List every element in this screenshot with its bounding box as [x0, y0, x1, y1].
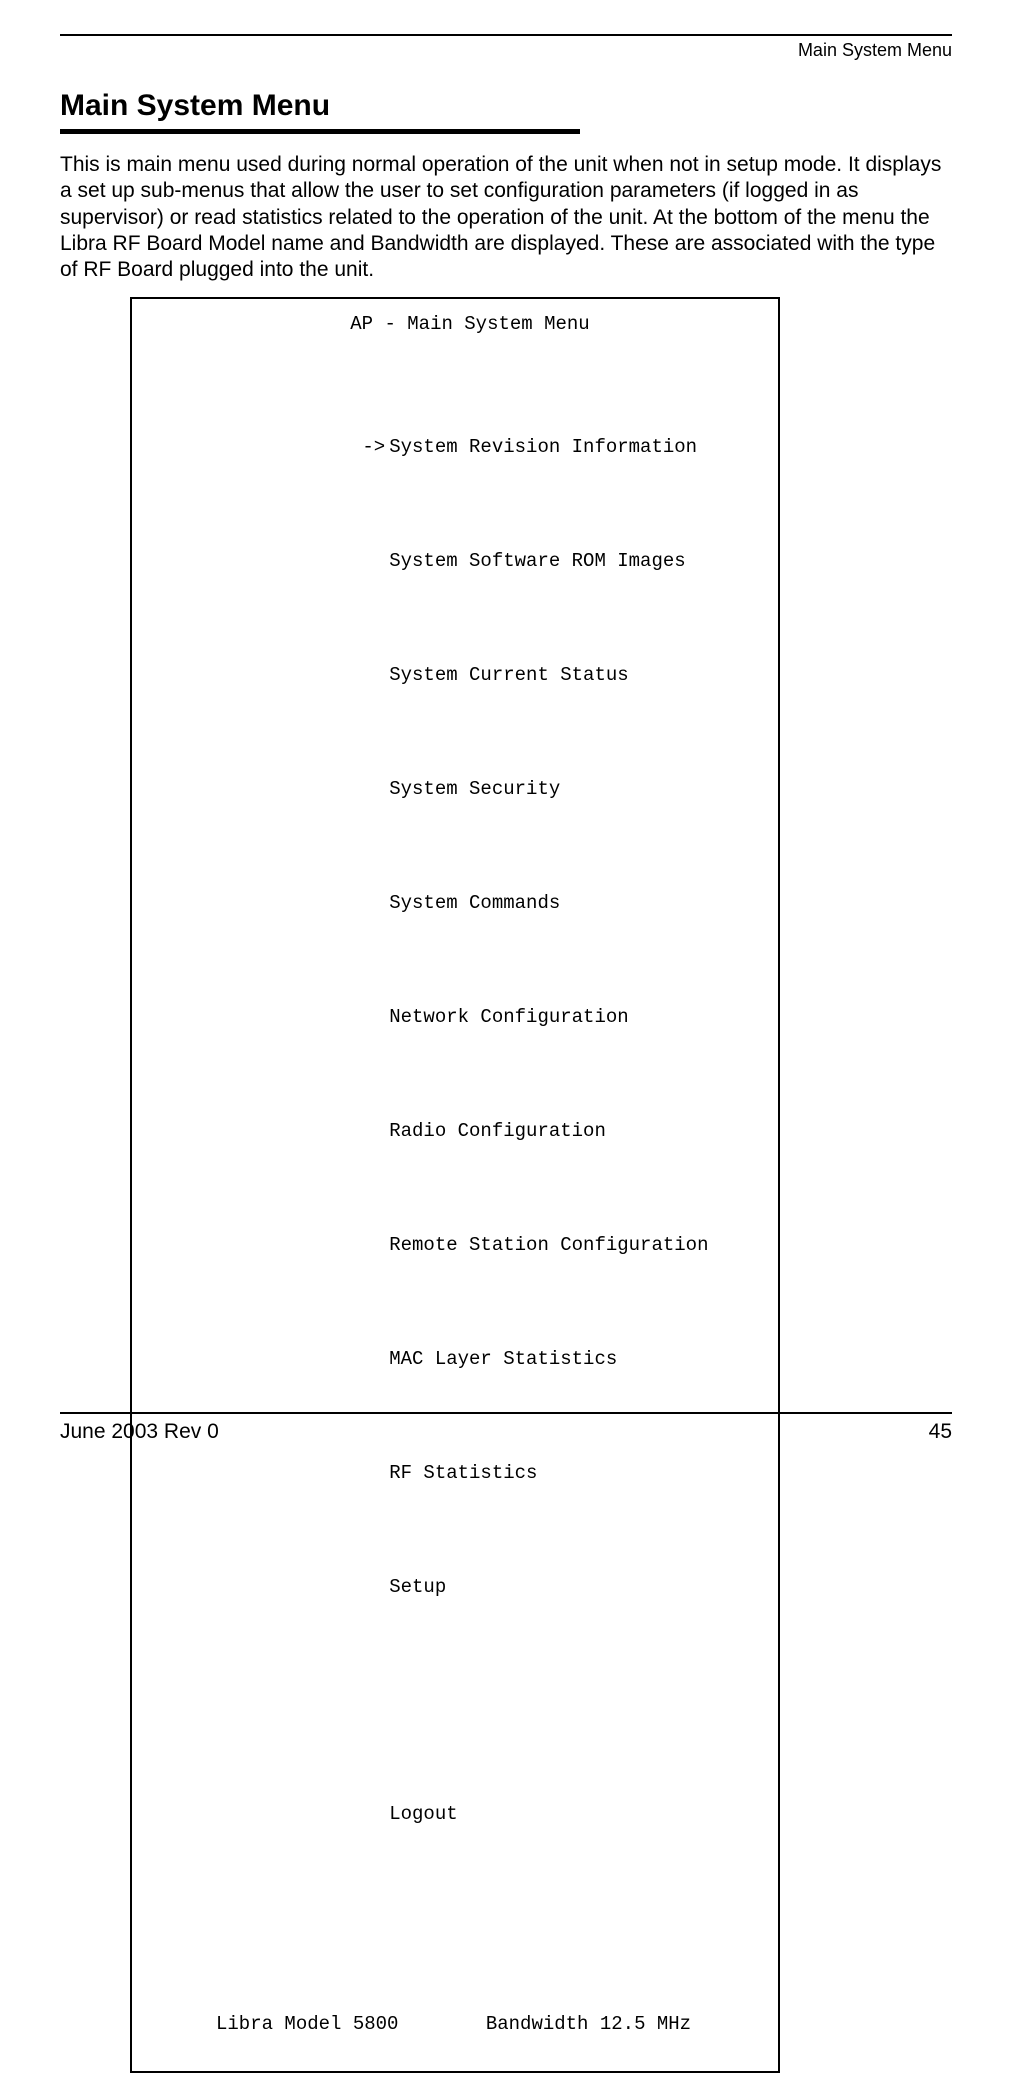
blank-arrow [351, 892, 389, 915]
blank-arrow [351, 1348, 389, 1371]
page-title: Main System Menu [60, 89, 952, 123]
menu-item-label: Radio Configuration [389, 1120, 606, 1143]
menu-item-label: Logout [389, 1803, 457, 1826]
header-rule [60, 34, 952, 36]
menu-item[interactable]: System Software ROM Images [260, 528, 760, 596]
selection-arrow-icon: -> [351, 436, 389, 459]
menu-item[interactable]: System Current Status [260, 642, 760, 710]
menu-item-label: Network Configuration [389, 1006, 628, 1029]
menu-item[interactable]: Network Configuration [260, 984, 760, 1052]
menu-item-label: System Revision Information [389, 436, 697, 459]
footer-rule [60, 1412, 952, 1414]
blank-arrow [351, 1803, 389, 1826]
menu-item[interactable]: System Security [260, 756, 760, 824]
blank-arrow [351, 1462, 389, 1485]
menu-item[interactable]: Remote Station Configuration [260, 1212, 760, 1280]
menu-item-label: System Current Status [389, 664, 628, 687]
menu-item-label: System Software ROM Images [389, 550, 685, 573]
menu-item-label: Remote Station Configuration [389, 1234, 708, 1257]
blank-arrow [351, 778, 389, 801]
terminal-title: AP - Main System Menu [150, 313, 760, 336]
menu-item[interactable]: MAC Layer Statistics [260, 1326, 760, 1394]
blank-arrow [351, 1234, 389, 1257]
menu-item-label: RF Statistics [389, 1462, 537, 1485]
blank-arrow [351, 1006, 389, 1029]
page-number: 45 [929, 1420, 952, 1444]
running-header: Main System Menu [60, 40, 952, 61]
menu-item[interactable]: Radio Configuration [260, 1098, 760, 1166]
menu-item-label: System Commands [389, 892, 560, 915]
terminal-footer: Libra Model 5800 Bandwidth 12.5 MHz [150, 2013, 760, 2036]
menu-item[interactable]: System Commands [260, 870, 760, 938]
terminal-menu: ->System Revision Information System Sof… [150, 368, 760, 1895]
intro-paragraph: This is main menu used during normal ope… [60, 152, 952, 283]
footer-date: June 2003 Rev 0 [60, 1420, 219, 1444]
menu-item[interactable]: Setup [260, 1553, 760, 1621]
blank-arrow [351, 664, 389, 687]
terminal-screen: AP - Main System Menu ->System Revision … [130, 297, 780, 2073]
page-footer: June 2003 Rev 0 45 [60, 1420, 952, 1444]
menu-item[interactable]: ->System Revision Information [260, 414, 760, 482]
blank-arrow [351, 1576, 389, 1599]
blank-arrow [351, 550, 389, 573]
section-underline [60, 129, 580, 134]
menu-item-logout[interactable]: Logout [260, 1781, 760, 1849]
blank-arrow [351, 1120, 389, 1143]
menu-item-label: Setup [389, 1576, 446, 1599]
rf-model-label: Libra Model 5800 [216, 2013, 398, 2036]
rf-bandwidth-label: Bandwidth 12.5 MHz [486, 2013, 691, 2036]
menu-item-label: MAC Layer Statistics [389, 1348, 617, 1371]
menu-item[interactable]: RF Statistics [260, 1440, 760, 1508]
menu-item-label: System Security [389, 778, 560, 801]
